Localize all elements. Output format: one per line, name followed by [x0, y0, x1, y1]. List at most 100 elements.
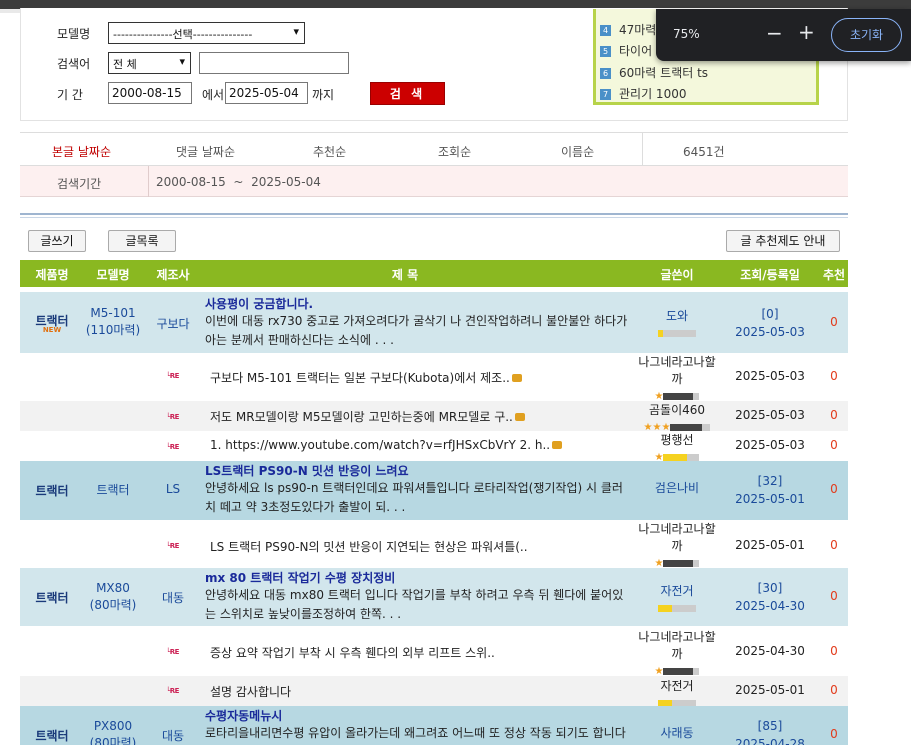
reply-text[interactable]: 증상 요약 작업기 부착 시 우측 휀다의 외부 리프트 스위..	[210, 644, 495, 661]
reply-text[interactable]: 1. https://www.youtube.com/watch?v=rfJHS…	[210, 438, 563, 452]
search-period-label: 검색기간	[57, 177, 102, 191]
search-period-bar: 검색기간 2000-08-15 ~ 2025-05-04	[20, 166, 848, 197]
post-title[interactable]: mx 80 트랙터 작업기 수평 장치정비	[205, 569, 635, 586]
row-author[interactable]: 자전거	[632, 583, 722, 617]
row-maker[interactable]: 대동	[142, 589, 204, 606]
reply-row[interactable]: └RE 구보다 M5-101 트랙터는 일본 구보다(Kubota)에서 제조.…	[20, 353, 848, 402]
rank-item[interactable]: 7 관리기 1000	[600, 85, 686, 102]
table-row[interactable]: 트랙터 PX800 (80마력) 대동 수평자동메뉴시 로타리을내리면수평 유압이…	[20, 706, 848, 745]
author-name: 나그네라고나할	[638, 630, 716, 644]
row-author[interactable]: 검은나비	[632, 480, 722, 497]
reply-row[interactable]: └RE 증상 요약 작업기 부착 시 우측 휀다의 외부 리프트 스위.. 나그…	[20, 626, 848, 677]
post-title[interactable]: 수평자동메뉴시	[205, 707, 635, 724]
zoom-out-button[interactable]: −	[766, 21, 783, 45]
zoom-reset-button[interactable]: 초기화	[831, 18, 902, 52]
post-preview: 안녕하세요 대동 mx80 트랙터 입니다 작업기를 부착 하려고 우측 뒤 휀…	[205, 588, 624, 602]
model-select[interactable]: ---------------선택--------------- ▾	[108, 22, 305, 44]
rank-number: 7	[600, 89, 611, 100]
write-button[interactable]: 글쓰기	[28, 230, 86, 252]
period-from: 2000-08-15	[156, 175, 226, 189]
sort-by-reply-date[interactable]: 댓글 날짜순	[176, 143, 235, 160]
row-model[interactable]: M5-101 (110마력)	[84, 305, 142, 339]
table-header: 제품명 모델명 제조사 제 목 글쓴이 조회/등록일 추천	[20, 260, 848, 287]
author-name: 나그네라고나할	[638, 522, 716, 536]
period-sep: ~	[233, 175, 244, 189]
new-badge: NEW	[42, 326, 62, 334]
reply-recommend: 0	[830, 538, 838, 552]
rank-item[interactable]: 6 60마력 트랙터 ts	[600, 64, 708, 81]
sort-by-name[interactable]: 이름순	[561, 143, 594, 160]
view-count: [0]	[761, 307, 779, 321]
row-model-name: M5-101	[90, 306, 136, 320]
row-recommend: 0	[830, 482, 838, 496]
period-divider	[148, 166, 149, 197]
table-row[interactable]: 트랙터 MX80 (80마력) 대동 mx 80 트랙터 작업기 수평 장치정비 …	[20, 568, 848, 626]
date-to-input[interactable]: 2025-05-04	[225, 82, 308, 104]
row-recommend: 0	[830, 727, 838, 741]
reply-recommend: 0	[830, 369, 838, 383]
reply-author[interactable]: 나그네라고나할 까 ★	[632, 354, 722, 405]
sort-by-views[interactable]: 조회순	[438, 143, 471, 160]
comment-icon	[552, 441, 563, 449]
keyword-input[interactable]	[199, 52, 349, 74]
search-button[interactable]: 검 색	[370, 82, 445, 105]
col-author: 글쓴이	[660, 268, 694, 282]
reply-text-content: 구보다 M5-101 트랙터는 일본 구보다(Kubota)에서 제조..	[210, 371, 510, 385]
row-title[interactable]: mx 80 트랙터 작업기 수평 장치정비 안녕하세요 대동 mx80 트랙터 …	[205, 569, 635, 624]
row-recommend: 0	[830, 315, 838, 329]
reply-author[interactable]: 나그네라고나할 까 ★	[632, 521, 722, 572]
reply-row[interactable]: └RE 저도 MR모델이랑 M5모델이랑 고민하는중에 MR모델로 구.. 곰돌…	[20, 401, 848, 433]
reply-recommend: 0	[830, 438, 838, 452]
rank-item[interactable]: 4 47마력	[600, 21, 656, 38]
row-category-text: 트랙터	[35, 484, 69, 498]
row-model[interactable]: PX800 (80마력)	[84, 718, 142, 745]
row-author[interactable]: 도와	[632, 308, 722, 342]
reply-row[interactable]: └RE LS 트랙터 PS90-N의 밋션 반응이 지연되는 현상은 파워셔틀(…	[20, 520, 848, 569]
reply-date: 2025-05-03	[735, 369, 805, 383]
table-row[interactable]: 트랙터 트랙터 LS LS트랙터 PS90-N 밋션 반응이 느려요 안녕하세요…	[20, 461, 848, 520]
row-title[interactable]: 수평자동메뉴시 로타리을내리면수평 유압이 올라가는데 왜그려죠 어느때 또 정…	[205, 707, 635, 743]
row-model[interactable]: MX80 (80마력)	[84, 580, 142, 614]
sort-by-post-date[interactable]: 본글 날짜순	[52, 143, 111, 160]
zoom-in-button[interactable]: +	[798, 20, 815, 44]
reply-text-content: 저도 MR모델이랑 M5모델이랑 고민하는중에 MR모델로 구..	[210, 410, 513, 424]
row-title[interactable]: 사용평이 궁금합니다. 이번에 대동 rx730 중고로 가져오려다가 굴삭기 …	[205, 295, 635, 350]
reply-text[interactable]: 구보다 M5-101 트랙터는 일본 구보다(Kubota)에서 제조..	[210, 369, 522, 386]
row-title[interactable]: LS트랙터 PS90-N 밋션 반응이 느려요 안녕하세요 ls ps90-n …	[205, 462, 635, 517]
post-date: 2025-05-03	[735, 325, 805, 339]
post-preview: 안녕하세요 ls ps90-n 트랙터인데요 파워셔틀입니다 로타리작업(쟁기작…	[205, 481, 623, 495]
reply-recommend: 0	[830, 408, 838, 422]
row-recommend: 0	[830, 589, 838, 603]
post-title[interactable]: LS트랙터 PS90-N 밋션 반응이 느려요	[205, 462, 635, 479]
reply-text[interactable]: 설명 감사합니다	[210, 683, 291, 700]
date-from-input[interactable]: 2000-08-15	[108, 82, 192, 104]
sort-by-recommend[interactable]: 추천순	[313, 143, 346, 160]
recommend-guide-button[interactable]: 글 추천제도 안내	[726, 230, 840, 252]
from-suffix: 에서	[202, 88, 225, 102]
post-title[interactable]: 사용평이 궁금합니다.	[205, 295, 635, 312]
row-category: 트랙터	[20, 589, 84, 606]
row-maker[interactable]: 대동	[142, 727, 204, 744]
row-model[interactable]: 트랙터	[84, 482, 142, 499]
reply-row[interactable]: └RE 설명 감사합니다 자전거 2025-05-01 0	[20, 676, 848, 707]
row-model-name: 트랙터	[96, 483, 130, 497]
list-button[interactable]: 글목록	[108, 230, 176, 252]
model-select-value: ---------------선택---------------	[113, 28, 253, 41]
rank-item[interactable]: 5 타이어	[600, 42, 652, 59]
rank-number: 5	[600, 46, 611, 57]
row-author[interactable]: 사래동	[632, 725, 722, 742]
reply-text[interactable]: 저도 MR모델이랑 M5모델이랑 고민하는중에 MR모델로 구..	[210, 408, 525, 425]
post-preview: 이번에 대동 rx730 중고로 가져오려다가 굴삭기 나 견인작업하려니 불안…	[205, 314, 628, 328]
table-row[interactable]: 트랙터 NEW M5-101 (110마력) 구보다 사용평이 궁금합니다. 이번에…	[20, 292, 848, 353]
row-maker[interactable]: 구보다	[142, 315, 204, 332]
keyword-type-select[interactable]: 전 체 ▾	[108, 52, 191, 74]
reply-author[interactable]: 나그네라고나할 까 ★	[632, 629, 722, 680]
row-maker[interactable]: LS	[142, 482, 204, 496]
reply-icon: └RE	[166, 372, 179, 380]
reply-text[interactable]: LS 트랙터 PS90-N의 밋션 반응이 지연되는 현상은 파워셔틀(..	[210, 538, 528, 555]
row-category-text: 트랙터	[35, 591, 69, 605]
comment-icon	[514, 413, 525, 421]
zoom-popup: 75% − + 초기화	[656, 9, 911, 61]
reply-row[interactable]: └RE 1. https://www.youtube.com/watch?v=r…	[20, 431, 848, 463]
author-name: 평행선	[660, 433, 694, 447]
